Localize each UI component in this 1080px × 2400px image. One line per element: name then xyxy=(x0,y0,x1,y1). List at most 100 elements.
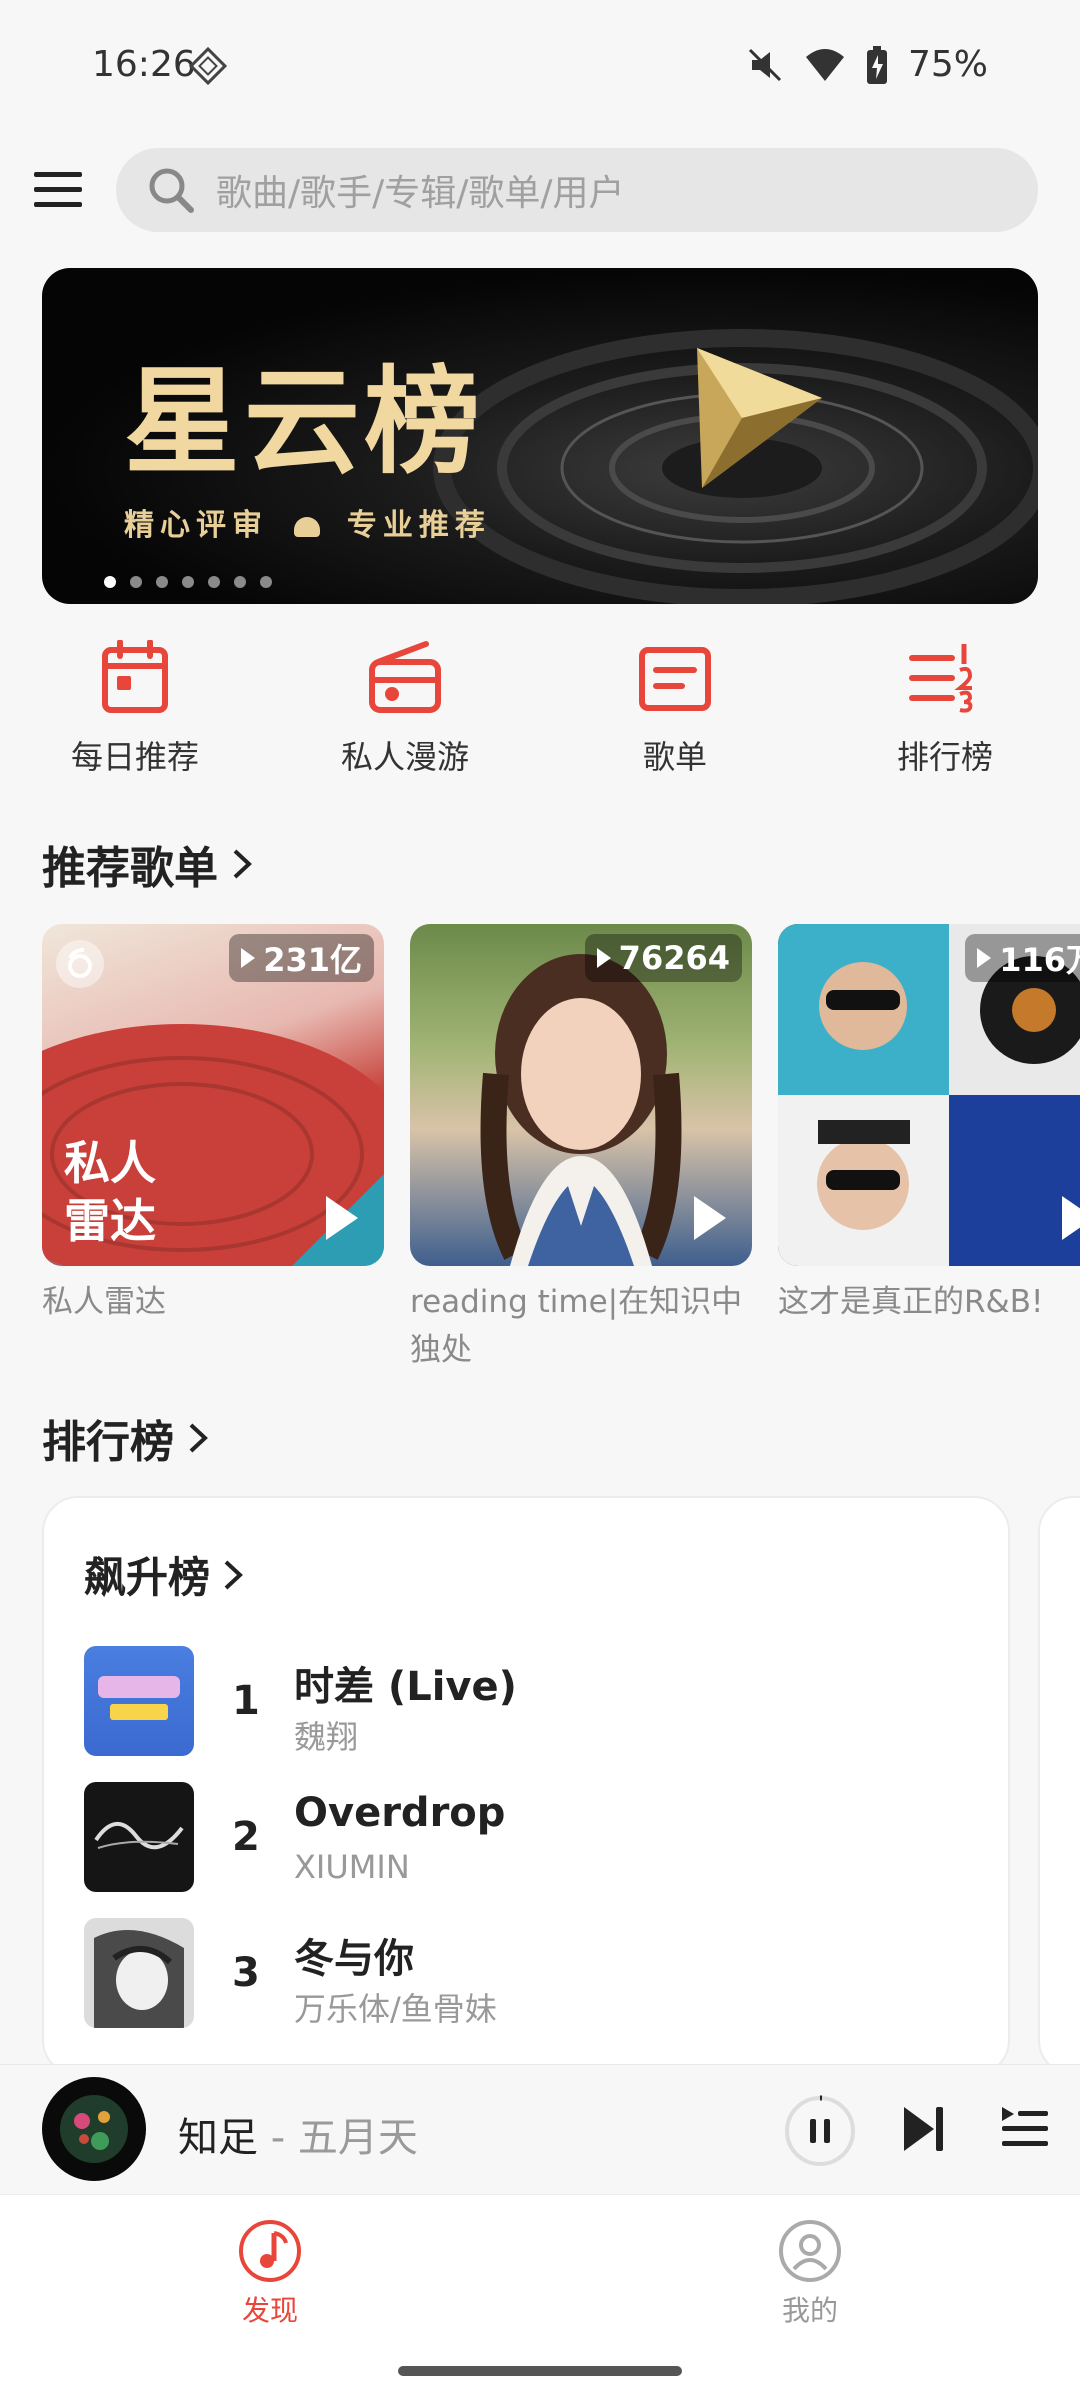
song-rank: 2 xyxy=(232,1814,260,1860)
user-icon xyxy=(779,2220,841,2282)
quick-ranking[interactable]: 排行榜 xyxy=(845,640,1045,778)
song-artist: 万乐体/鱼骨妹 xyxy=(294,1990,497,2028)
play-count-badge: 231亿 xyxy=(229,934,374,982)
playlist-cover: 231亿 私人 雷达 xyxy=(42,924,384,1266)
ranking-icon xyxy=(909,644,973,713)
chart-card-title[interactable]: 飙升榜 xyxy=(84,1544,244,1605)
banner-subtitle-right: 专业推荐 xyxy=(346,508,491,543)
quick-daily[interactable]: 每日推荐 xyxy=(35,640,235,778)
quick-label: 歌单 xyxy=(642,738,707,776)
tab-mine[interactable]: 我的 xyxy=(730,2219,890,2329)
status-time: 16:26 xyxy=(92,44,196,85)
quick-radio[interactable]: 私人漫游 xyxy=(305,640,505,778)
now-playing-artist: 五月天 xyxy=(297,2115,418,2161)
pager-dot xyxy=(260,576,272,588)
music-note-icon xyxy=(239,2220,301,2282)
play-count: 76264 xyxy=(618,939,730,977)
section-title: 推荐歌单 xyxy=(42,843,218,894)
playlist-title: 这才是真正的R&B! xyxy=(778,1284,1044,1320)
play-icon xyxy=(241,948,256,968)
song-artist: XIUMIN xyxy=(294,1848,410,1886)
battery-percent: 75% xyxy=(907,44,988,85)
chevron-right-icon xyxy=(189,1423,208,1453)
search-bar[interactable]: 歌曲/歌手/专辑/歌单/用户 xyxy=(116,148,1038,232)
tab-label: 发现 xyxy=(241,2294,298,2327)
banner-title: 星云榜 xyxy=(124,355,484,490)
playlist-card[interactable]: 116万 这才是真正的R&B! xyxy=(778,924,1080,1326)
menu-icon[interactable] xyxy=(32,170,84,210)
pager-dot xyxy=(130,576,142,588)
song-name: Overdrop xyxy=(294,1790,506,1836)
quick-label: 每日推荐 xyxy=(70,738,199,776)
song-artist: 魏翔 xyxy=(294,1718,359,1756)
play-button-icon[interactable] xyxy=(322,1192,362,1244)
chart-card[interactable]: 飙升榜 1 时差 (Live) 魏翔 2 Overdrop XIUMIN 3 冬… xyxy=(42,1496,1010,2076)
battery-icon xyxy=(866,45,887,84)
tab-label: 我的 xyxy=(781,2294,838,2327)
song-name: 冬与你 xyxy=(294,1936,414,1982)
cloud-music-logo-icon xyxy=(56,940,104,988)
chart-card-title-text: 飙升榜 xyxy=(84,1553,211,1602)
song-rank: 1 xyxy=(232,1678,260,1724)
cover-art xyxy=(94,1822,184,1850)
pager-dot xyxy=(104,576,116,588)
play-count: 116万 xyxy=(999,941,1080,979)
playlist-title: reading time|在知识中独处 xyxy=(410,1284,743,1368)
cover-overlay-text: 私人 雷达 xyxy=(64,1136,156,1248)
mini-player[interactable]: 知足 - 五月天 xyxy=(0,2064,1080,2194)
playlist-card[interactable]: 76264 reading time|在知识中独处 xyxy=(410,924,752,1374)
diamond-icon xyxy=(188,46,228,86)
quick-label: 排行榜 xyxy=(896,738,993,776)
search-icon xyxy=(149,168,194,213)
cover-art xyxy=(60,2095,128,2163)
banner-carousel[interactable]: 星云榜 精心评审 专业推荐 xyxy=(42,268,1038,604)
status-bar: 16:26 75% xyxy=(0,0,1080,130)
cover-art xyxy=(98,1676,180,1720)
play-count-badge: 76264 xyxy=(584,934,742,982)
play-count: 231亿 xyxy=(263,941,362,979)
tab-discover[interactable]: 发现 xyxy=(190,2219,350,2329)
pager-dot xyxy=(234,576,246,588)
chevron-right-icon xyxy=(224,1560,243,1589)
playlist-cover: 76264 xyxy=(410,924,752,1266)
chevron-right-icon xyxy=(233,849,252,879)
chart-card-next[interactable] xyxy=(1038,1496,1080,2076)
chart-song-row[interactable]: 1 时差 (Live) 魏翔 xyxy=(84,1646,964,1758)
chart-song-row[interactable]: 3 冬与你 万乐体/鱼骨妹 xyxy=(84,1918,964,2030)
quick-label: 私人漫游 xyxy=(340,738,469,776)
now-playing-text: 知足 - 五月天 xyxy=(178,2105,418,2163)
playlist-title: 私人雷达 xyxy=(42,1284,166,1320)
play-icon xyxy=(977,948,992,968)
now-playing-song: 知足 xyxy=(178,2115,258,2161)
play-button-icon[interactable] xyxy=(1058,1192,1080,1244)
radio-icon xyxy=(369,641,441,713)
play-button-icon[interactable] xyxy=(690,1192,730,1244)
quick-nav: 每日推荐 私人漫游 歌单 排行榜 xyxy=(0,640,1080,790)
skip-next-icon[interactable] xyxy=(900,2103,946,2155)
chart-song-row[interactable]: 2 Overdrop XIUMIN xyxy=(84,1782,964,1894)
song-artwork xyxy=(84,1918,194,2028)
pause-icon[interactable] xyxy=(784,2095,856,2167)
recommended-header[interactable]: 推荐歌单 xyxy=(42,832,254,896)
playlist-card[interactable]: 231亿 私人 雷达 私人雷达 xyxy=(42,924,384,1326)
pager-dot xyxy=(156,576,168,588)
cover-art xyxy=(94,1930,184,2028)
charts-header[interactable]: 排行榜 xyxy=(42,1406,210,1470)
queue-icon[interactable] xyxy=(1000,2105,1050,2151)
mute-icon xyxy=(748,48,782,81)
song-artwork xyxy=(84,1646,194,1756)
playlist-icon xyxy=(639,647,711,711)
song-rank: 3 xyxy=(232,1950,260,1996)
wifi-icon xyxy=(805,48,844,81)
player-artwork xyxy=(42,2077,146,2181)
home-indicator[interactable] xyxy=(398,2366,682,2376)
quick-playlist[interactable]: 歌单 xyxy=(575,640,775,778)
banner-separator-icon xyxy=(294,516,321,537)
pager-dot xyxy=(208,576,220,588)
search-placeholder: 歌曲/歌手/专辑/歌单/用户 xyxy=(216,173,625,214)
banner-pager xyxy=(104,576,272,588)
pager-dot xyxy=(182,576,194,588)
section-title: 排行榜 xyxy=(42,1417,174,1468)
calendar-icon xyxy=(102,640,168,713)
banner-subtitle: 精心评审 专业推荐 xyxy=(124,500,491,544)
